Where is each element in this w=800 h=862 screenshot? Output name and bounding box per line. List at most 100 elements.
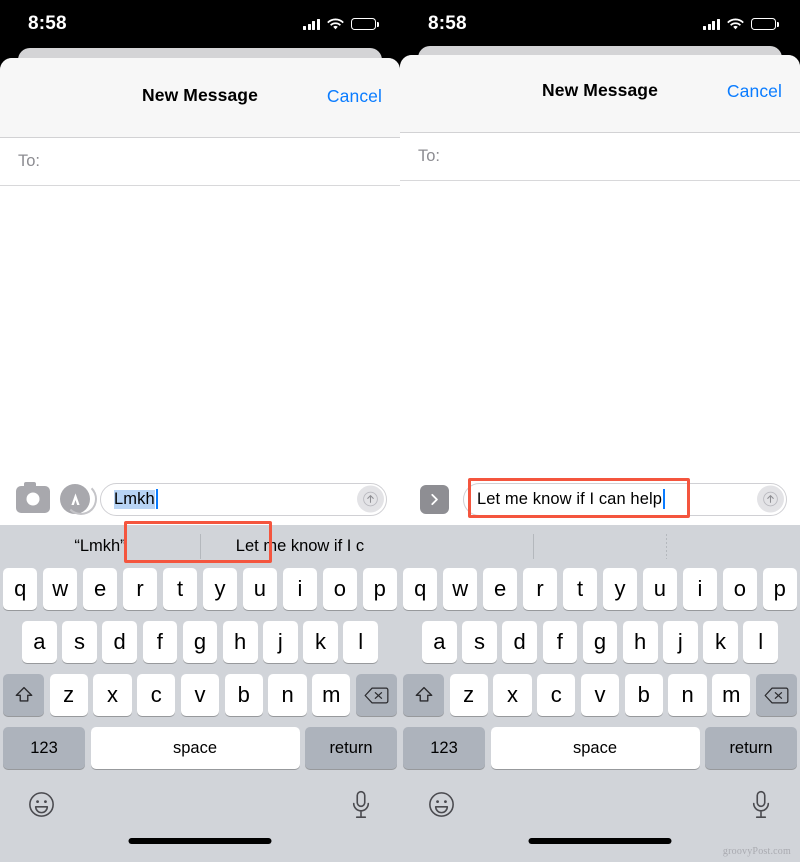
- key-p[interactable]: p: [762, 568, 798, 610]
- key-z[interactable]: z: [49, 674, 88, 716]
- backspace-delete-icon[interactable]: [755, 674, 797, 716]
- send-arrow-up-icon[interactable]: [357, 485, 384, 513]
- home-indicator[interactable]: [528, 838, 672, 844]
- message-input-field[interactable]: Let me know if I can help: [463, 482, 787, 516]
- message-input-wrapper: Lmkh: [100, 482, 387, 516]
- key-d[interactable]: d: [502, 621, 537, 663]
- key-p[interactable]: p: [362, 568, 398, 610]
- cancel-button[interactable]: Cancel: [727, 81, 782, 102]
- home-indicator[interactable]: [128, 838, 272, 844]
- key-c[interactable]: c: [537, 674, 576, 716]
- key-b[interactable]: b: [224, 674, 263, 716]
- onscreen-keyboard: “Lmkh” Let me know if I c q w e r t y u …: [0, 525, 400, 862]
- key-f[interactable]: f: [542, 621, 578, 663]
- key-v[interactable]: v: [580, 674, 620, 716]
- microphone-icon[interactable]: [750, 790, 772, 825]
- microphone-icon[interactable]: [350, 790, 372, 825]
- camera-icon[interactable]: [16, 481, 50, 513]
- key-q[interactable]: q: [402, 568, 438, 610]
- key-s[interactable]: s: [62, 621, 97, 663]
- app-store-icon[interactable]: [60, 483, 97, 515]
- shift-arrow-up-icon[interactable]: [403, 674, 445, 716]
- left-phone-screen: 8:58 New Message Cancel To: Lmkh “Lmkh” …: [0, 0, 400, 862]
- suggestion-item-0[interactable]: [400, 525, 533, 568]
- compose-bar: Lmkh: [0, 473, 400, 525]
- key-h[interactable]: h: [622, 621, 658, 663]
- key-y[interactable]: y: [202, 568, 238, 610]
- key-e[interactable]: e: [482, 568, 518, 610]
- key-j[interactable]: j: [263, 621, 298, 663]
- space-key[interactable]: space: [490, 727, 700, 769]
- key-q[interactable]: q: [2, 568, 38, 610]
- key-u[interactable]: u: [642, 568, 678, 610]
- key-f[interactable]: f: [142, 621, 178, 663]
- key-w[interactable]: w: [442, 568, 478, 610]
- key-l[interactable]: l: [743, 621, 779, 663]
- key-o[interactable]: o: [722, 568, 758, 610]
- key-d[interactable]: d: [102, 621, 137, 663]
- cancel-button[interactable]: Cancel: [327, 86, 382, 107]
- key-t[interactable]: t: [162, 568, 198, 610]
- key-o[interactable]: o: [322, 568, 358, 610]
- key-y[interactable]: y: [602, 568, 638, 610]
- message-thread-area: [0, 186, 400, 473]
- key-l[interactable]: l: [343, 621, 379, 663]
- key-i[interactable]: i: [282, 568, 318, 610]
- key-i[interactable]: i: [682, 568, 718, 610]
- key-a[interactable]: a: [421, 621, 457, 663]
- emoji-smiley-icon[interactable]: [428, 791, 455, 823]
- key-h[interactable]: h: [222, 621, 258, 663]
- key-m[interactable]: m: [312, 674, 351, 716]
- key-r[interactable]: r: [522, 568, 558, 610]
- navigation-bar: New Message Cancel: [0, 58, 400, 138]
- key-j[interactable]: j: [663, 621, 698, 663]
- suggestion-item-0[interactable]: “Lmkh”: [0, 525, 200, 568]
- key-c[interactable]: c: [137, 674, 176, 716]
- key-b[interactable]: b: [624, 674, 663, 716]
- key-k[interactable]: k: [303, 621, 338, 663]
- key-n[interactable]: n: [268, 674, 307, 716]
- key-n[interactable]: n: [668, 674, 707, 716]
- key-e[interactable]: e: [82, 568, 118, 610]
- send-arrow-up-icon[interactable]: [757, 485, 784, 513]
- key-t[interactable]: t: [562, 568, 598, 610]
- return-key[interactable]: return: [305, 727, 397, 769]
- space-key[interactable]: space: [90, 727, 300, 769]
- compose-bar: Let me know if I can help: [400, 473, 800, 525]
- text-caret: [155, 489, 159, 509]
- emoji-smiley-icon[interactable]: [28, 791, 55, 823]
- message-input-value: Let me know if I can help: [477, 489, 663, 508]
- key-w[interactable]: w: [42, 568, 78, 610]
- key-g[interactable]: g: [582, 621, 618, 663]
- key-v[interactable]: v: [180, 674, 220, 716]
- key-x[interactable]: x: [493, 674, 532, 716]
- key-s[interactable]: s: [462, 621, 497, 663]
- shift-arrow-up-icon[interactable]: [3, 674, 45, 716]
- key-m[interactable]: m: [712, 674, 751, 716]
- keyboard-row-4: 123 space return: [0, 727, 400, 769]
- recipient-field-row[interactable]: To:: [0, 138, 400, 186]
- suggestion-item-1[interactable]: Let me know if I c: [200, 525, 400, 568]
- navigation-bar: New Message Cancel: [400, 55, 800, 133]
- status-bar-time: 8:58: [28, 13, 67, 34]
- numeric-keyboard-button[interactable]: 123: [3, 727, 85, 769]
- backspace-delete-icon[interactable]: [355, 674, 397, 716]
- chevron-right-icon[interactable]: [420, 484, 449, 514]
- key-g[interactable]: g: [182, 621, 218, 663]
- recipient-field-row[interactable]: To:: [400, 133, 800, 181]
- keyboard-bottom-row: [400, 778, 800, 836]
- key-u[interactable]: u: [242, 568, 278, 610]
- key-r[interactable]: r: [122, 568, 158, 610]
- suggestion-item-1[interactable]: [533, 525, 666, 568]
- suggestion-item-2[interactable]: [667, 525, 800, 568]
- to-label: To:: [418, 147, 441, 165]
- numeric-keyboard-button[interactable]: 123: [403, 727, 485, 769]
- key-x[interactable]: x: [93, 674, 132, 716]
- key-z[interactable]: z: [449, 674, 488, 716]
- predictive-suggestion-bar: [400, 525, 800, 568]
- key-a[interactable]: a: [21, 621, 57, 663]
- key-k[interactable]: k: [703, 621, 738, 663]
- message-input-field[interactable]: Lmkh: [100, 482, 387, 516]
- return-key[interactable]: return: [705, 727, 797, 769]
- onscreen-keyboard: q w e r t y u i o p a s d f g h j k l z …: [400, 525, 800, 862]
